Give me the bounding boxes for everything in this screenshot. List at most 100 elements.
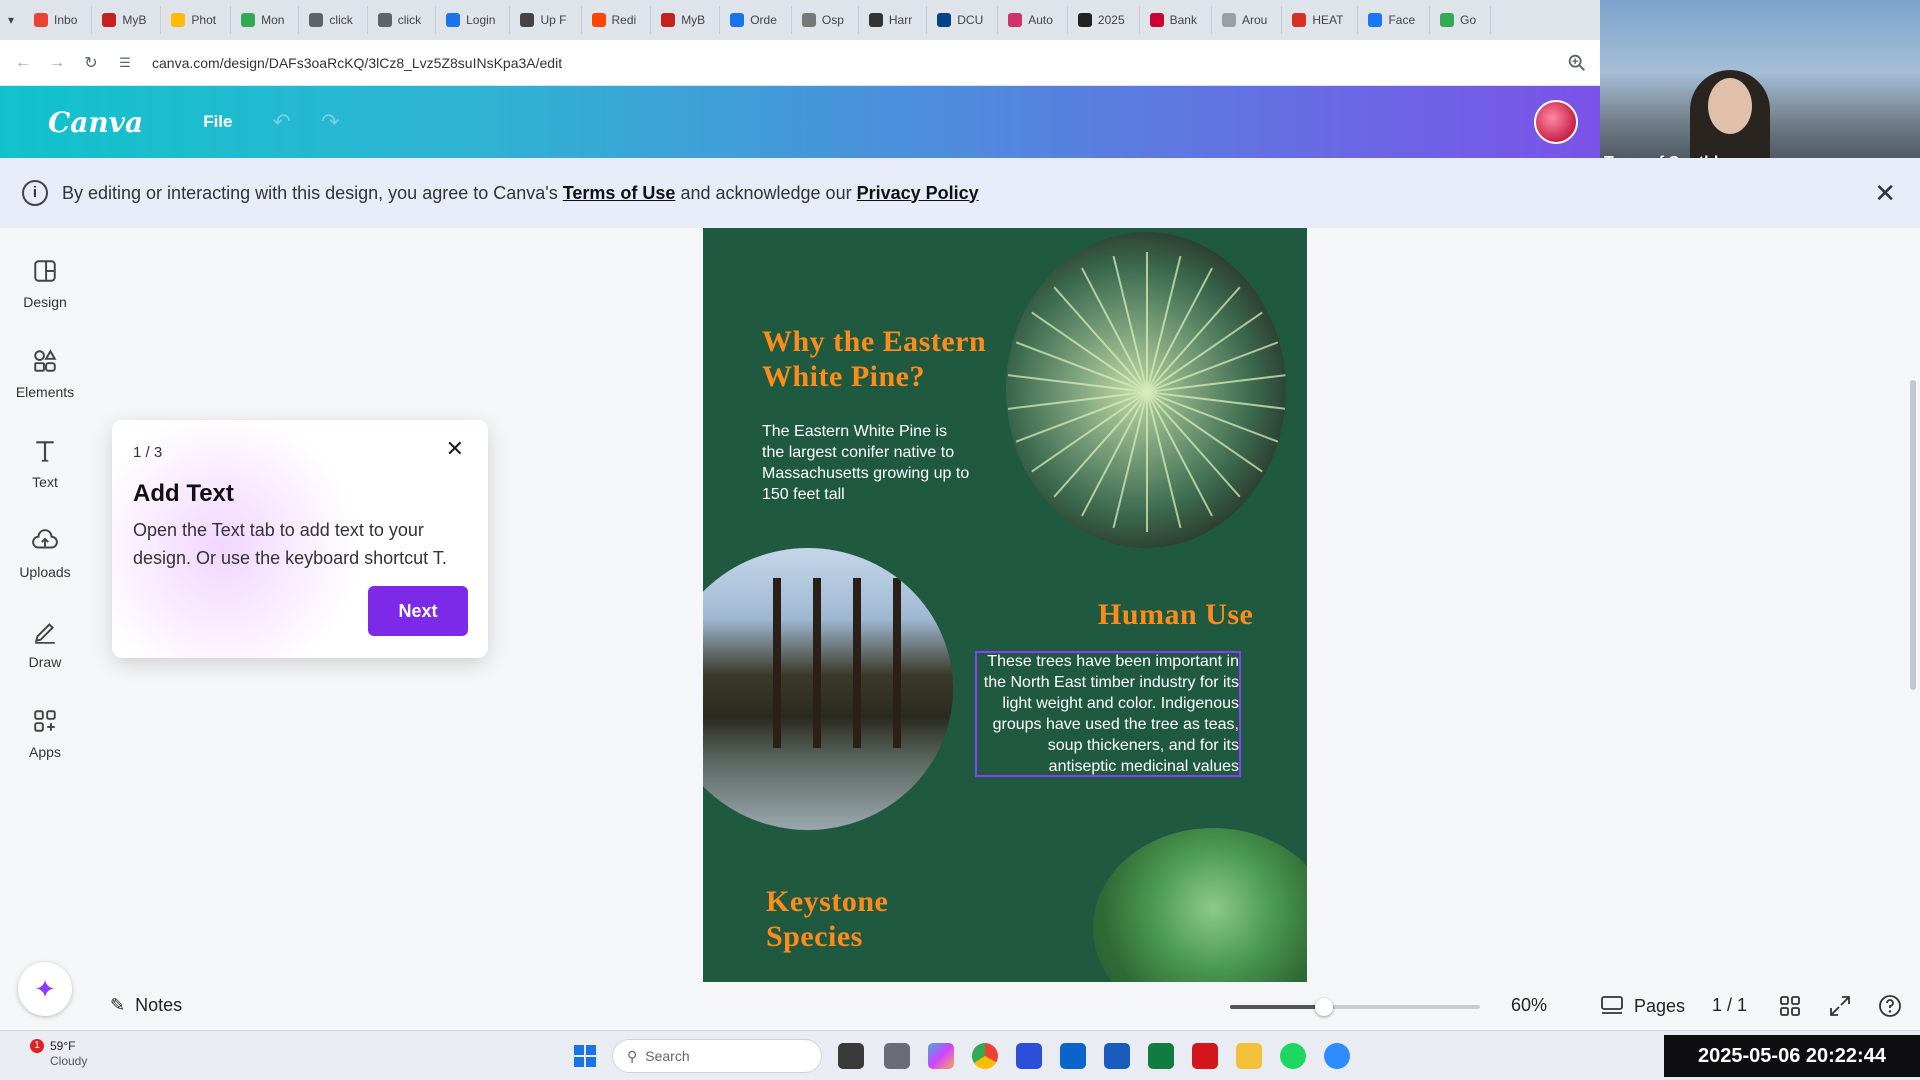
heading-keystone-species[interactable]: Keystone Species [766,884,888,954]
browser-tab[interactable]: Phot [161,6,232,34]
sidebar-item-uploads[interactable]: Uploads [0,528,90,580]
design-page[interactable]: Why the Eastern White Pine? The Eastern … [703,228,1307,982]
file-menu-button[interactable]: File [203,112,232,132]
leaves-image[interactable] [1093,828,1307,982]
zoom-slider-handle[interactable] [1314,998,1333,1016]
browser-tab[interactable]: Inbo [24,6,93,34]
windows-start-icon[interactable] [574,1045,596,1067]
word-app-icon[interactable] [1104,1043,1130,1069]
browser-tab[interactable]: Harr [859,6,928,34]
copilot-app-icon[interactable] [928,1043,954,1069]
back-icon[interactable]: ← [6,54,40,72]
tab-list-chevron-icon[interactable]: ▾ [8,13,14,27]
heading-human-use[interactable]: Human Use [1098,598,1253,632]
tree-trunk [893,578,901,748]
close-icon[interactable]: ✕ [1874,178,1896,209]
browser-tab[interactable]: Bank [1140,6,1212,34]
tour-title: Add Text [133,480,234,507]
canvas-scrollbar[interactable] [1910,380,1916,690]
spotify-app-icon[interactable] [1280,1043,1306,1069]
search-icon: ⚲ [627,1047,638,1064]
side-panel-rail: Design Elements Text Uploads Draw Apps [0,228,90,1030]
browser-tab[interactable]: Up F [510,6,582,34]
browser-tab[interactable]: 2025 [1068,6,1140,34]
browser-tab[interactable]: Face [1358,6,1431,34]
notes-button[interactable]: ✎ Notes [110,995,182,1016]
pages-icon [1601,996,1623,1014]
acrobat-app-icon[interactable] [1192,1043,1218,1069]
heading-line: Species [766,920,863,953]
forward-icon[interactable]: → [40,54,74,72]
folder-app-icon[interactable] [1236,1043,1262,1069]
paragraph-largest-conifer[interactable]: The Eastern White Pine is the largest co… [762,421,972,505]
pine-needle [1015,341,1148,393]
pine-forest-image[interactable] [703,548,953,830]
zoom-app-icon[interactable] [1324,1043,1350,1069]
chrome-app-icon[interactable] [972,1043,998,1069]
sidebar-item-draw[interactable]: Draw [0,618,90,670]
browser-tab[interactable]: DCU [927,6,999,34]
weather-temp: 59°F [50,1039,76,1053]
fullscreen-icon[interactable] [1828,994,1852,1018]
browser-tab[interactable]: Redi [582,6,652,34]
sidebar-item-text[interactable]: Text [0,438,90,490]
editor-header: Canva File ↶ ↷ [0,86,1600,158]
zoom-slider-fill [1230,1005,1324,1009]
browser-tab[interactable]: MyB [651,6,721,34]
notes-label: Notes [135,995,183,1015]
zoom-slider[interactable] [1230,998,1480,1016]
sidebar-item-label: Elements [15,384,75,400]
canva-logo[interactable]: Canva [48,106,143,139]
reload-icon[interactable]: ↻ [74,53,108,73]
tab-favicon-icon [1221,13,1236,27]
browser-tab[interactable]: Mon [231,6,300,34]
tab-label: Harr [888,13,913,27]
taskbar-search[interactable]: ⚲ Search [612,1039,822,1073]
sidebar-item-design[interactable]: Design [0,258,90,310]
help-icon[interactable] [1878,994,1902,1018]
video-call-tile[interactable]: Town of Southborou... [1600,0,1920,180]
browser-tab[interactable]: Arou [1212,6,1283,34]
weather-widget[interactable]: 1 59°F Cloudy [30,1039,87,1069]
redo-icon[interactable]: ↷ [321,109,339,135]
tab-label: Login [466,13,496,27]
terms-of-use-link[interactable]: Terms of Use [563,183,676,203]
avatar[interactable] [1534,100,1578,144]
browser-tab[interactable]: click [368,6,437,34]
browser-tab[interactable]: Osp [792,6,859,34]
zoom-icon[interactable] [1566,52,1588,74]
close-icon[interactable]: ✕ [446,436,464,462]
outlook-app-icon[interactable] [1060,1043,1086,1069]
tab-label: click [329,13,353,27]
site-info-icon[interactable]: ☰ [108,55,142,71]
browser-tab[interactable]: Go [1430,6,1492,34]
heading-why-white-pine[interactable]: Why the Eastern White Pine? [762,324,986,394]
url-field[interactable]: canva.com/design/DAFs3oaRcKQ/3lCz8_Lvz5Z… [152,55,562,71]
browser-tab[interactable]: Auto [998,6,1068,34]
sidebar-item-elements[interactable]: Elements [0,348,90,400]
zoom-level[interactable]: 60% [1511,995,1547,1016]
browser-tab[interactable]: HEAT [1282,6,1359,34]
next-button[interactable]: Next [368,586,468,636]
tab-favicon-icon [377,13,392,27]
browser-tab[interactable]: Login [436,6,511,34]
excel-app-icon[interactable] [1148,1043,1174,1069]
magic-assistant-button[interactable]: ✦ [18,962,72,1016]
media-app-icon[interactable] [884,1043,910,1069]
browser-tab[interactable]: MyB [92,6,162,34]
search-placeholder: Search [645,1048,690,1064]
sidebar-item-apps[interactable]: Apps [0,708,90,760]
pages-button[interactable]: Pages [1600,995,1685,1017]
undo-icon[interactable]: ↶ [273,109,291,135]
tab-label: Go [1460,13,1477,27]
tab-label: Auto [1028,13,1053,27]
notice-text: By editing or interacting with this desi… [62,183,979,204]
browser-tab[interactable]: Orde [720,6,792,34]
meeting-app-icon[interactable] [1016,1043,1042,1069]
tree-trunk [813,578,821,748]
browser-tab[interactable]: click [299,6,368,34]
privacy-policy-link[interactable]: Privacy Policy [857,183,979,203]
grid-view-icon[interactable] [1778,994,1802,1018]
file-manager-app-icon[interactable] [838,1043,864,1069]
pine-needles-image[interactable] [1006,232,1286,548]
